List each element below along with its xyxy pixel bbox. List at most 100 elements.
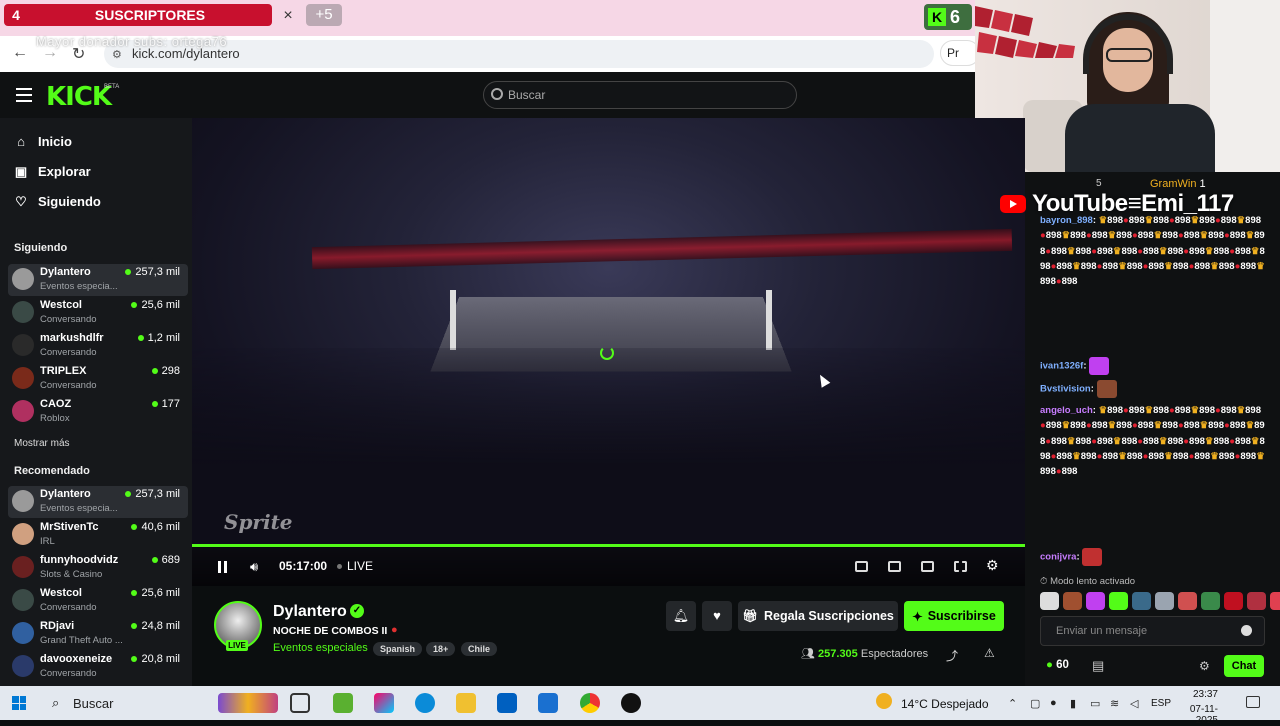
streamer-name[interactable]: Dylantero: [273, 603, 347, 621]
following-channel[interactable]: Dylantero Eventos especia... 257,3 mil: [8, 264, 188, 296]
speaker-icon[interactable]: ◁: [1130, 697, 1138, 710]
store-app-icon[interactable]: [497, 693, 517, 713]
notification-bell-button[interactable]: 🔔︎: [666, 601, 696, 631]
tray-chevron-icon[interactable]: ⌃: [1008, 697, 1017, 710]
mini-player-icon[interactable]: [855, 561, 868, 572]
back-arrow-icon[interactable]: ←: [12, 44, 28, 62]
compass-icon: ▣: [14, 163, 28, 179]
stream-title: NOCHE DE COMBOS II: [273, 625, 388, 637]
glove-emote-icon: ●: [1137, 245, 1144, 257]
chat-emote[interactable]: [1063, 592, 1082, 610]
chat-emote[interactable]: [1270, 592, 1280, 610]
following-channel[interactable]: CAOZ Roblox 177: [8, 396, 188, 428]
profile-button[interactable]: Pr: [940, 40, 980, 66]
emote-picker-row: [1040, 592, 1280, 610]
taskbar-time[interactable]: 23:37: [1178, 689, 1218, 700]
outlook-icon[interactable]: [538, 693, 558, 713]
share-icon[interactable]: ⤴: [946, 647, 958, 664]
store-icon[interactable]: ▤: [1092, 658, 1104, 674]
player-controls: 🔊︎ 05:17:00 LIVE ⚙: [192, 547, 1025, 586]
theater-mode-icon[interactable]: [921, 561, 934, 572]
taskbar-search-icon[interactable]: ⌕: [52, 695, 59, 711]
following-channel[interactable]: TRIPLEX Conversando 298: [8, 363, 188, 395]
chat-emote[interactable]: [1247, 592, 1266, 610]
gift-subscriptions-button[interactable]: 🎁︎ Regala Suscripciones: [738, 601, 898, 631]
windows-start-icon[interactable]: [12, 696, 26, 710]
crown-emote-icon: ♛: [1250, 245, 1260, 257]
channel-viewers: 24,8 mil: [131, 620, 180, 632]
battery-icon[interactable]: ▭: [1090, 697, 1100, 710]
taskbar-date[interactable]: 07-11-2025: [1168, 704, 1218, 726]
chat-username[interactable]: bayron_898: [1040, 215, 1093, 226]
nav-inicio[interactable]: ⌂ Inicio: [14, 134, 72, 149]
following-channel[interactable]: markushdlfr Conversando 1,2 mil: [8, 330, 188, 362]
avatar: [12, 334, 34, 356]
tag-age[interactable]: 18+: [426, 642, 456, 656]
emoji-icon[interactable]: [1241, 625, 1252, 636]
taskbar-weather[interactable]: 14°C Despejado: [901, 697, 989, 711]
chat-username[interactable]: conijvra: [1040, 552, 1076, 563]
stream-category-link[interactable]: Eventos especiales: [273, 642, 368, 654]
glove-emote-icon: ●: [1215, 405, 1221, 416]
recommended-channel[interactable]: Westcol Conversando 25,6 mil: [8, 585, 188, 617]
settings-gear-icon[interactable]: ⚙: [986, 557, 999, 574]
notification-icon[interactable]: [1246, 696, 1260, 708]
recommended-channel[interactable]: MrStivenTc IRL 40,6 mil: [8, 519, 188, 551]
file-explorer-icon[interactable]: [456, 693, 476, 713]
follow-heart-button[interactable]: ♥: [702, 601, 732, 631]
chat-emote[interactable]: [1040, 592, 1059, 610]
volume-icon[interactable]: 🔊︎: [250, 559, 258, 575]
copilot-icon[interactable]: [374, 693, 394, 713]
hamburger-menu-icon[interactable]: [16, 88, 32, 102]
microphone-icon[interactable]: ▮: [1070, 697, 1076, 710]
recommended-channel[interactable]: davooxeneize Conversando 20,8 mil: [8, 651, 188, 683]
kick-logo[interactable]: KICK: [46, 82, 112, 112]
channel-points[interactable]: ● 60: [1046, 659, 1069, 671]
chat-emote[interactable]: [1086, 592, 1105, 610]
recommended-channel[interactable]: Dylantero Eventos especia... 257,3 mil: [8, 486, 188, 518]
subscribe-button[interactable]: ✦ Suscribirse: [904, 601, 1004, 631]
report-warning-icon[interactable]: ⚠: [984, 646, 995, 660]
chat-emote[interactable]: [1224, 592, 1243, 610]
recommended-channel[interactable]: RDjavi Grand Theft Auto ... 24,8 mil: [8, 618, 188, 650]
taskbar-app-icon[interactable]: [333, 693, 353, 713]
tab-close-button[interactable]: ×: [278, 6, 298, 26]
pause-icon[interactable]: [218, 561, 230, 573]
chat-username[interactable]: Bvstivision: [1040, 384, 1091, 395]
gramwin-name: GramWin: [1150, 178, 1197, 190]
chat-username[interactable]: angelo_uch: [1040, 405, 1093, 416]
obs-icon[interactable]: [621, 693, 641, 713]
chat-settings-icon[interactable]: ⚙: [1199, 659, 1210, 673]
kick-k-icon: K: [928, 8, 946, 26]
chat-emote[interactable]: [1201, 592, 1220, 610]
fullscreen-icon[interactable]: [954, 561, 967, 572]
channel-viewers: 298: [151, 365, 180, 377]
live-indicator[interactable]: LIVE: [337, 559, 373, 573]
clip-icon[interactable]: [888, 561, 901, 572]
chat-emote[interactable]: [1155, 592, 1174, 610]
chat-username[interactable]: ivan1326f: [1040, 361, 1083, 372]
taskbar-search-box[interactable]: Buscar: [73, 696, 113, 711]
edge-icon[interactable]: [415, 693, 435, 713]
tag-language[interactable]: Spanish: [373, 642, 423, 656]
task-view-icon[interactable]: [290, 693, 310, 713]
tray-icon[interactable]: ●: [1050, 697, 1057, 709]
slow-mode-notice: ⏱︎ Modo lento activado: [1040, 576, 1136, 587]
chat-emote[interactable]: [1132, 592, 1151, 610]
tray-icon[interactable]: ▢: [1030, 697, 1040, 710]
nav-explorar[interactable]: ▣ Explorar: [14, 164, 91, 179]
chat-emote[interactable]: [1109, 592, 1128, 610]
nav-siguiendo[interactable]: ♡ Siguiendo: [14, 194, 101, 209]
taskbar-widget-image[interactable]: [218, 693, 278, 713]
site-info-icon[interactable]: ⚙: [112, 48, 122, 61]
tag-country[interactable]: Chile: [461, 642, 498, 656]
following-channel[interactable]: Westcol Conversando 25,6 mil: [8, 297, 188, 329]
show-more-link[interactable]: Mostrar más: [14, 438, 70, 449]
gramwin-count: 1: [1199, 178, 1206, 190]
chat-emote[interactable]: [1178, 592, 1197, 610]
chat-send-button[interactable]: Chat: [1224, 655, 1264, 677]
video-player[interactable]: Sprite 🔊︎ 05:17:00 LIVE ⚙: [192, 118, 1025, 586]
wifi-icon[interactable]: ≋: [1110, 697, 1119, 710]
recommended-channel[interactable]: funnyhoodvidz Slots & Casino 689: [8, 552, 188, 584]
chrome-icon[interactable]: [580, 693, 600, 713]
